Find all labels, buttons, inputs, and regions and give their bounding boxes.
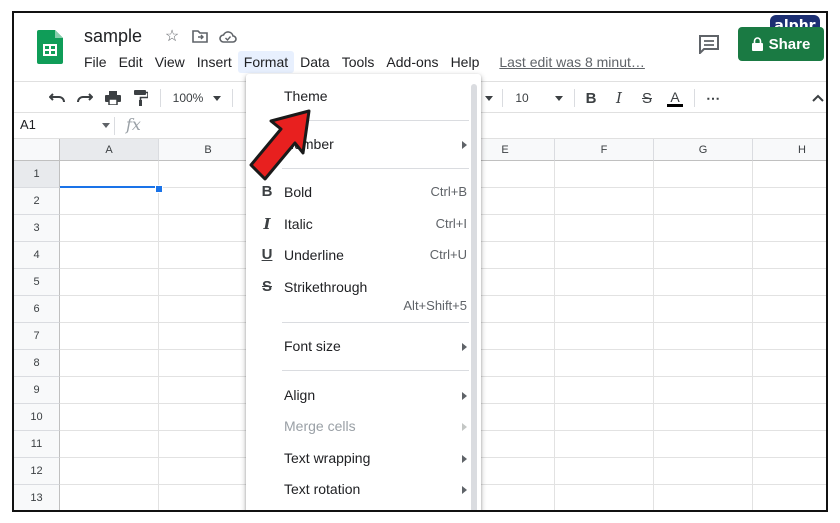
lock-icon <box>751 37 763 51</box>
submenu-arrow-icon <box>462 423 467 431</box>
menu-item-text-rotation[interactable]: Text rotation <box>246 475 481 505</box>
row-header-10[interactable]: 10 <box>14 404 60 431</box>
menu-scrollbar[interactable] <box>471 84 477 510</box>
print-icon[interactable] <box>102 87 124 109</box>
row-header-11[interactable]: 11 <box>14 431 60 458</box>
row-header-13[interactable]: 13 <box>14 485 60 510</box>
column-header-b[interactable]: B <box>159 139 258 161</box>
row-header-6[interactable]: 6 <box>14 296 60 323</box>
share-button[interactable]: Share <box>738 27 824 61</box>
submenu-arrow-icon <box>462 455 467 463</box>
menu-item-italic[interactable]: I Italic Ctrl+I <box>246 210 481 240</box>
menu-insert[interactable]: Insert <box>191 51 238 73</box>
strikethrough-icon[interactable]: S <box>636 87 658 109</box>
row-header-3[interactable]: 3 <box>14 215 60 242</box>
more-icon[interactable]: ⋯ <box>702 87 724 109</box>
folder-move-icon[interactable] <box>190 26 210 46</box>
menu-item-font-size[interactable]: Font size <box>246 332 481 362</box>
column-header-h[interactable]: H <box>753 139 826 161</box>
star-icon[interactable]: ☆ <box>162 26 182 46</box>
menu-item-theme[interactable]: Theme <box>246 82 481 112</box>
bold-icon[interactable]: B <box>580 87 602 109</box>
select-all-corner[interactable] <box>14 139 60 161</box>
menu-format[interactable]: Format <box>237 51 295 73</box>
menu-edit[interactable]: Edit <box>113 51 149 73</box>
row-header-2[interactable]: 2 <box>14 188 60 215</box>
row-header-12[interactable]: 12 <box>14 458 60 485</box>
last-edit-link[interactable]: Last edit was 8 minut… <box>499 54 645 70</box>
menu-item-underline[interactable]: U Underline Ctrl+U <box>246 241 481 271</box>
menu-bar: File Edit View Insert Format Data Tools … <box>78 51 645 73</box>
font-caret-icon[interactable] <box>484 87 494 109</box>
row-header-4[interactable]: 4 <box>14 242 60 269</box>
submenu-arrow-icon <box>462 392 467 400</box>
menu-item-strikethrough[interactable]: S Strikethrough Alt+Shift+5 <box>246 273 481 313</box>
menu-add-ons[interactable]: Add-ons <box>380 51 444 73</box>
selected-cell-a1[interactable] <box>60 161 159 188</box>
title-icons: ☆ <box>162 26 238 46</box>
menu-item-align[interactable]: Align <box>246 381 481 411</box>
collapse-toolbar-icon[interactable] <box>810 87 826 109</box>
zoom-select[interactable]: 100% <box>170 87 206 109</box>
menu-file[interactable]: File <box>78 51 113 73</box>
underline-icon: U <box>261 246 273 263</box>
sheets-logo-icon[interactable] <box>37 30 63 64</box>
screenshot-frame: alphr sample ☆ File Edit View Insert For… <box>12 11 828 512</box>
column-header-a[interactable]: A <box>60 139 159 161</box>
paint-format-icon[interactable] <box>130 87 152 109</box>
comment-history-icon[interactable] <box>698 34 720 54</box>
font-size-select[interactable]: 10 <box>512 87 532 109</box>
menu-item-text-wrapping[interactable]: Text wrapping <box>246 444 481 474</box>
name-box[interactable]: A1 <box>20 117 36 132</box>
share-label: Share <box>768 35 811 53</box>
red-pointer-arrow-icon <box>249 109 311 181</box>
fx-icon: fx <box>126 115 141 134</box>
row-header-1[interactable]: 1 <box>14 161 60 188</box>
submenu-arrow-icon <box>462 486 467 494</box>
menu-view[interactable]: View <box>149 51 191 73</box>
row-header-8[interactable]: 8 <box>14 350 60 377</box>
row-header-9[interactable]: 9 <box>14 377 60 404</box>
menu-data[interactable]: Data <box>294 51 336 73</box>
row-header-5[interactable]: 5 <box>14 269 60 296</box>
cloud-status-icon[interactable] <box>218 26 238 46</box>
name-box-caret-icon[interactable] <box>102 123 110 128</box>
menu-item-merge-cells[interactable]: Merge cells <box>246 412 481 442</box>
document-title[interactable]: sample <box>84 26 142 47</box>
redo-icon[interactable] <box>74 87 96 109</box>
undo-icon[interactable] <box>46 87 68 109</box>
italic-icon: I <box>263 215 271 233</box>
submenu-arrow-icon <box>462 141 467 149</box>
font-size-caret-icon[interactable] <box>554 87 564 109</box>
row-header-7[interactable]: 7 <box>14 323 60 350</box>
strikethrough-icon: S <box>261 278 272 295</box>
fill-handle[interactable] <box>155 185 163 193</box>
text-color-icon[interactable]: A <box>664 87 686 109</box>
column-header-f[interactable]: F <box>555 139 654 161</box>
column-header-g[interactable]: G <box>654 139 753 161</box>
submenu-arrow-icon <box>462 343 467 351</box>
menu-tools[interactable]: Tools <box>336 51 381 73</box>
menu-help[interactable]: Help <box>445 51 486 73</box>
italic-icon[interactable]: I <box>608 87 630 109</box>
zoom-caret-icon[interactable] <box>212 87 222 109</box>
